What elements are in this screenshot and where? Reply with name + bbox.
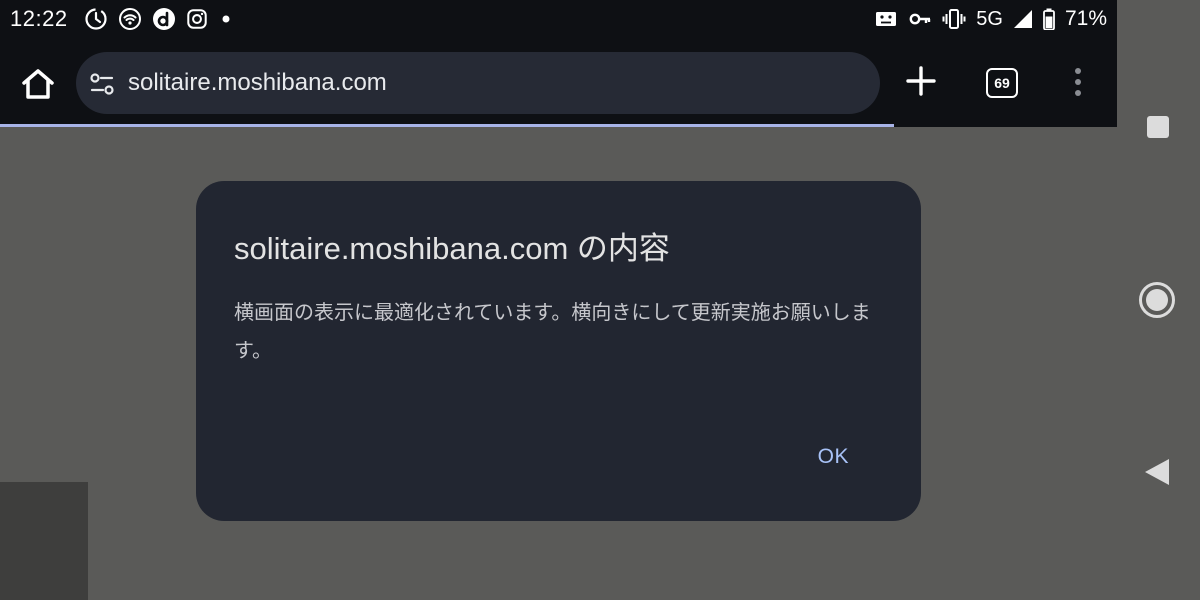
d-app-icon [153,8,175,30]
vpn-key-icon [909,13,931,25]
back-icon[interactable] [1145,459,1169,485]
network-type: 5G [976,7,1003,30]
notification-dot-icon [222,15,230,23]
more-vert-icon [1075,68,1081,96]
dialog-message: 横画面の表示に最適化されています。横向きにして更新実施お願いします。 [234,300,871,362]
screen-record-icon [876,12,897,26]
plus-icon [906,66,936,96]
url-text: solitaire.moshibana.com [128,69,387,96]
status-system-icons: 5G 71% [874,6,1107,32]
alert-dialog: solitaire.moshibana.com の内容 横画面の表示に最適化され… [196,181,921,521]
battery-percent: 71% [1064,7,1107,30]
new-tab-button[interactable] [904,64,938,98]
battery-icon [1043,8,1055,30]
signal-icon [1013,10,1032,28]
instagram-icon [187,9,207,29]
browser-toolbar: solitaire.moshibana.com 69 [0,38,1117,126]
more-menu-button[interactable] [1066,64,1090,100]
page-background-block [0,482,88,600]
status-time: 12:22 [10,6,68,31]
phone-screen: 12:22 5G 71% solitaire.moshibana.com 69 … [0,0,1200,600]
tune-icon[interactable] [88,70,116,98]
status-bar: 12:22 5G 71% [0,0,1117,38]
home-circle-icon[interactable] [1139,282,1175,318]
address-bar[interactable]: solitaire.moshibana.com [76,52,880,114]
navigation-bar [1117,0,1200,600]
wifi-hotspot-icon [119,8,141,30]
dialog-title: solitaire.moshibana.com の内容 [234,231,670,266]
recents-icon[interactable] [1147,116,1169,138]
home-button[interactable] [18,64,58,104]
timer-icon [85,8,107,30]
home-circle-inner [1146,289,1168,311]
tab-switcher-button[interactable]: 69 [986,68,1018,98]
home-icon [22,69,54,99]
vibrate-icon [942,9,966,29]
status-notification-icons [84,6,234,32]
ok-button[interactable]: OK [810,439,857,475]
